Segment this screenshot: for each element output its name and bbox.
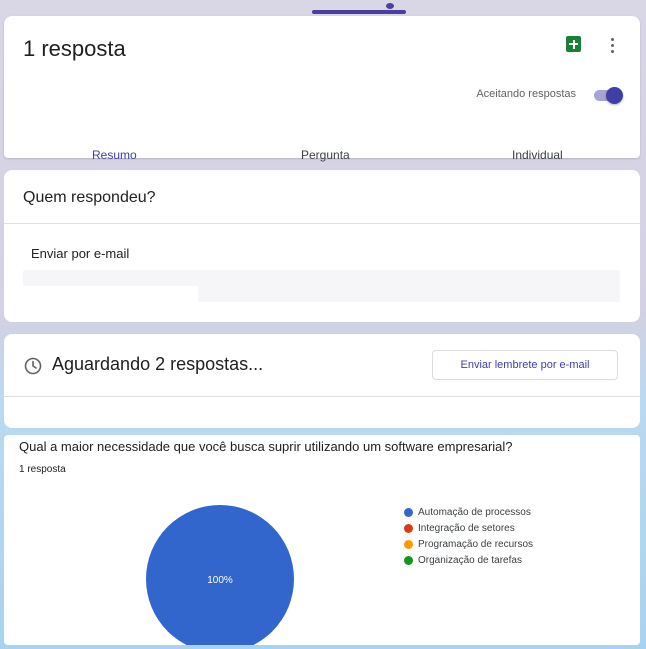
pie-chart: 100%	[146, 505, 294, 645]
legend-label: Integração de setores	[418, 522, 515, 534]
chart-legend: Automação de processos Integração de seto…	[404, 504, 533, 568]
responses-count-title: 1 resposta	[23, 36, 126, 61]
legend-label: Automação de processos	[418, 506, 531, 518]
who-responded-title: Quem respondeu?	[23, 189, 156, 206]
awaiting-responses-text: Aguardando 2 respostas...	[52, 354, 264, 374]
tab-pergunta[interactable]: Pergunta	[301, 148, 350, 162]
question-summary-card: Qual a maior necessidade que você busca …	[4, 435, 640, 645]
tab-resumo[interactable]: Resumo	[92, 148, 137, 162]
divider	[4, 396, 640, 397]
email-field[interactable]	[23, 286, 198, 302]
awaiting-responses-card: Aguardando 2 respostas... Enviar lembret…	[4, 334, 640, 428]
legend-swatch	[404, 507, 413, 517]
send-by-email-label: Enviar por e-mail	[31, 246, 130, 261]
legend-label: Programação de recursos	[418, 538, 534, 550]
accepting-responses-label: Aceitando respostas	[476, 88, 576, 100]
top-accent-dot	[386, 3, 394, 9]
legend-item[interactable]: Automação de processos	[404, 504, 533, 520]
google-sheets-icon[interactable]	[566, 36, 581, 52]
responses-header-card: 1 resposta Aceitando respostas Resumo Pe…	[4, 16, 640, 162]
send-reminder-button[interactable]: Enviar lembrete por e-mail	[432, 350, 618, 380]
legend-swatch	[404, 523, 413, 533]
tab-individual[interactable]: Individual	[512, 148, 563, 162]
legend-label: Organização de tarefas	[418, 554, 522, 566]
legend-swatch	[404, 555, 413, 565]
legend-item[interactable]: Organização de tarefas	[404, 552, 533, 568]
pie-slice-label: 100%	[207, 575, 233, 586]
accepting-responses-toggle[interactable]	[592, 87, 624, 104]
legend-item[interactable]: Integração de setores	[404, 520, 533, 536]
top-accent-bar	[312, 10, 406, 14]
clock-icon	[24, 357, 42, 375]
legend-swatch	[404, 539, 413, 549]
who-responded-card: Quem respondeu? Enviar por e-mail	[4, 170, 640, 322]
legend-item[interactable]: Programação de recursos	[404, 536, 533, 552]
more-vert-icon[interactable]	[604, 36, 620, 54]
divider	[4, 223, 640, 224]
